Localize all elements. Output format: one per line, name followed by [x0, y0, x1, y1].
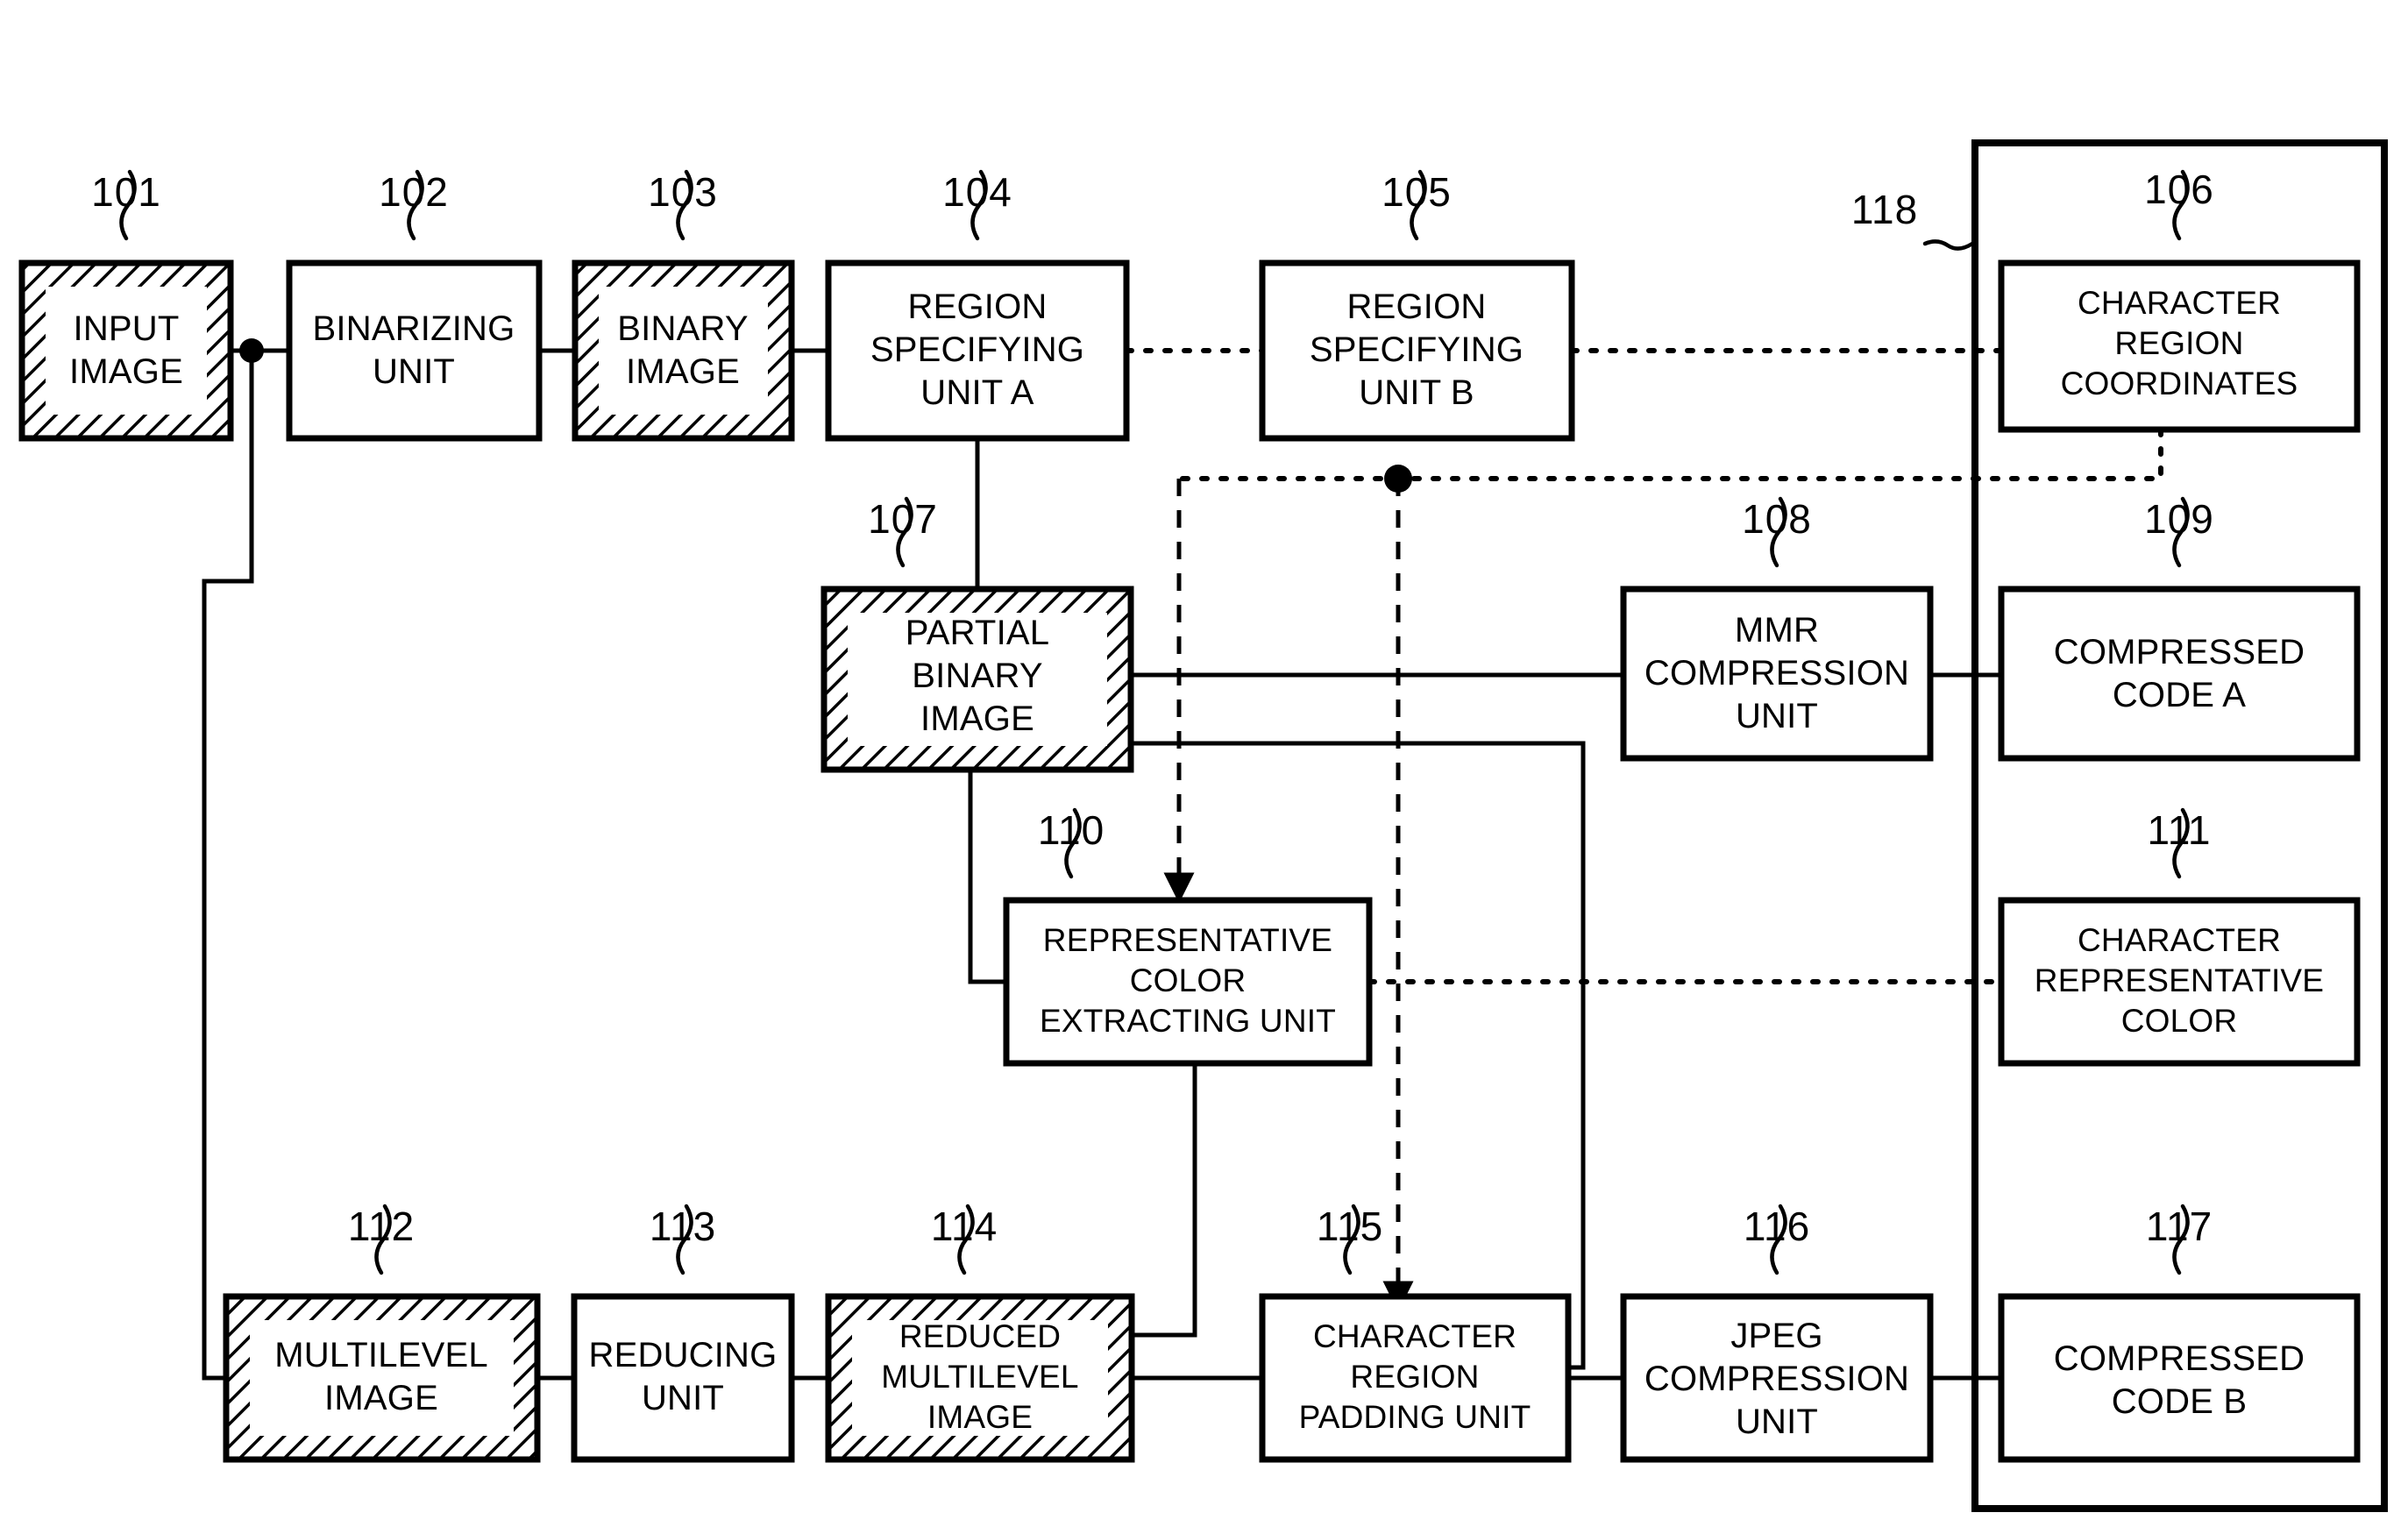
block-104-line-0: REGION	[908, 288, 1048, 326]
block-103-line-0: BINARY	[617, 309, 748, 348]
block-116-line-0: JPEG	[1730, 1317, 1822, 1355]
block-111-line-2: COLOR	[2121, 1003, 2238, 1039]
block-102-line-0: BINARIZING	[313, 309, 515, 348]
block-114-line-0: REDUCED	[899, 1318, 1061, 1354]
refnum-113: 113	[650, 1204, 716, 1249]
block-101-line-0: INPUT	[74, 309, 180, 348]
block-112-line-0: MULTILEVEL	[274, 1336, 488, 1374]
block-104-line-1: SPECIFYING	[870, 330, 1084, 369]
block-111-line-0: CHARACTER	[2078, 922, 2281, 958]
refnum-101: 101	[91, 169, 161, 215]
block-111-line-1: REPRESENTATIVE	[2035, 962, 2324, 998]
block-115-line-2: PADDING UNIT	[1299, 1399, 1531, 1435]
leader-118	[1922, 239, 1975, 251]
block-103-binary-image[interactable]: BINARY IMAGE	[572, 259, 795, 442]
block-107-line-2: IMAGE	[920, 700, 1034, 738]
block-114-line-2: IMAGE	[927, 1399, 1033, 1435]
refnum-111: 111	[2148, 807, 2212, 853]
refnum-117: 117	[2146, 1204, 2213, 1249]
block-109-line-0: COMPRESSED	[2054, 633, 2305, 671]
block-106-character-region-coordinates[interactable]: CHARACTER REGION COORDINATES	[1998, 259, 2361, 433]
block-105-line-2: UNIT B	[1359, 373, 1474, 412]
refnum-116: 116	[1744, 1204, 1810, 1249]
block-108-line-2: UNIT	[1736, 697, 1818, 735]
block-115-line-0: CHARACTER	[1313, 1318, 1517, 1354]
block-110-representative-color-extracting-unit[interactable]: REPRESENTATIVE COLOR EXTRACTING UNIT	[1003, 897, 1373, 1067]
refnum-106: 106	[2144, 167, 2214, 212]
block-107-partial-binary-image[interactable]: PARTIAL BINARY IMAGE	[820, 586, 1134, 773]
diagram-canvas: INPUT IMAGE 101 BINARIZING UNIT 102 BINA…	[0, 0, 2408, 1534]
block-112-multilevel-image[interactable]: MULTILEVEL IMAGE	[223, 1293, 541, 1463]
refnum-103: 103	[648, 169, 718, 215]
refnum-104: 104	[942, 169, 1012, 215]
block-102-binarizing-unit[interactable]: BINARIZING UNIT	[286, 259, 543, 442]
refnum-102: 102	[379, 169, 449, 215]
connector-lines	[202, 338, 2163, 1381]
block-104-region-specifying-unit-a[interactable]: REGION SPECIFYING UNIT A	[825, 259, 1130, 442]
block-113-reducing-unit[interactable]: REDUCING UNIT	[571, 1293, 795, 1463]
block-115-line-1: REGION	[1350, 1359, 1479, 1395]
refnum-107: 107	[868, 496, 938, 542]
block-103-line-1: IMAGE	[626, 352, 740, 391]
block-112-line-1: IMAGE	[324, 1379, 438, 1417]
block-106-line-2: COORDINATES	[2061, 366, 2298, 401]
block-107-line-0: PARTIAL	[906, 614, 1049, 652]
block-110-line-0: REPRESENTATIVE	[1043, 922, 1332, 958]
block-105-line-0: REGION	[1347, 288, 1487, 326]
block-105-region-specifying-unit-b[interactable]: REGION SPECIFYING UNIT B	[1259, 259, 1575, 442]
refnum-114: 114	[931, 1204, 998, 1249]
junction-dot-input-image	[239, 338, 264, 363]
block-104-line-2: UNIT A	[920, 373, 1034, 412]
junction-dot-region-coords-bus	[1384, 465, 1412, 493]
block-113-line-1: UNIT	[642, 1379, 724, 1417]
block-107-line-1: BINARY	[912, 657, 1042, 695]
refnum-105: 105	[1382, 169, 1452, 215]
block-108-line-0: MMR	[1735, 611, 1819, 650]
block-110-line-1: COLOR	[1130, 962, 1247, 998]
block-101-line-1: IMAGE	[69, 352, 183, 391]
block-116-line-2: UNIT	[1736, 1403, 1818, 1441]
block-108-line-1: COMPRESSION	[1644, 654, 1909, 692]
block-116-jpeg-compression-unit[interactable]: JPEG COMPRESSION UNIT	[1620, 1293, 1934, 1463]
block-116-line-1: COMPRESSION	[1644, 1360, 1909, 1398]
refnum-118: 118	[1851, 187, 1918, 232]
block-114-reduced-multilevel-image[interactable]: REDUCED MULTILEVEL IMAGE	[825, 1293, 1135, 1463]
block-115-character-region-padding-unit[interactable]: CHARACTER REGION PADDING UNIT	[1259, 1293, 1572, 1463]
block-102-line-1: UNIT	[373, 352, 455, 391]
block-113-line-0: REDUCING	[589, 1336, 778, 1374]
block-108-mmr-compression-unit[interactable]: MMR COMPRESSION UNIT	[1620, 586, 1934, 762]
block-110-line-2: EXTRACTING UNIT	[1040, 1003, 1336, 1039]
block-105-line-1: SPECIFYING	[1310, 330, 1524, 369]
block-111-character-representative-color[interactable]: CHARACTER REPRESENTATIVE COLOR	[1998, 897, 2361, 1067]
block-117-line-0: COMPRESSED	[2054, 1339, 2305, 1378]
block-117-line-1: CODE B	[2112, 1382, 2248, 1421]
refnum-109: 109	[2144, 496, 2214, 542]
block-109-line-1: CODE A	[2113, 676, 2246, 714]
block-106-line-0: CHARACTER	[2078, 285, 2281, 321]
block-106-line-1: REGION	[2114, 325, 2243, 361]
refnum-108: 108	[1742, 496, 1812, 542]
block-diagram-svg: INPUT IMAGE 101 BINARIZING UNIT 102 BINA…	[18, 139, 2388, 1512]
refnum-115: 115	[1317, 1204, 1383, 1249]
refnum-112: 112	[348, 1204, 415, 1249]
block-109-compressed-code-a[interactable]: COMPRESSED CODE A	[1998, 586, 2361, 762]
block-114-line-1: MULTILEVEL	[881, 1359, 1078, 1395]
block-117-compressed-code-b[interactable]: COMPRESSED CODE B	[1998, 1293, 2361, 1463]
refnum-110: 110	[1038, 807, 1105, 853]
block-101-input-image[interactable]: INPUT IMAGE	[18, 259, 234, 442]
